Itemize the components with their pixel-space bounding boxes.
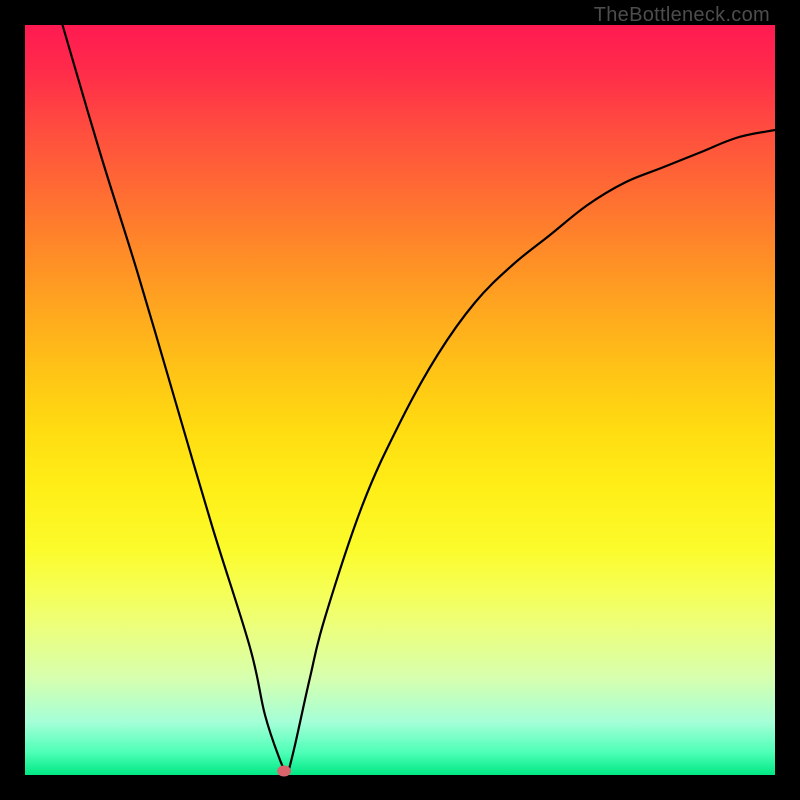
watermark-text: TheBottleneck.com [594, 4, 770, 27]
bottleneck-curve [25, 25, 775, 775]
minimum-marker [277, 766, 291, 777]
plot-area [25, 25, 775, 775]
chart-frame: TheBottleneck.com [0, 0, 800, 800]
